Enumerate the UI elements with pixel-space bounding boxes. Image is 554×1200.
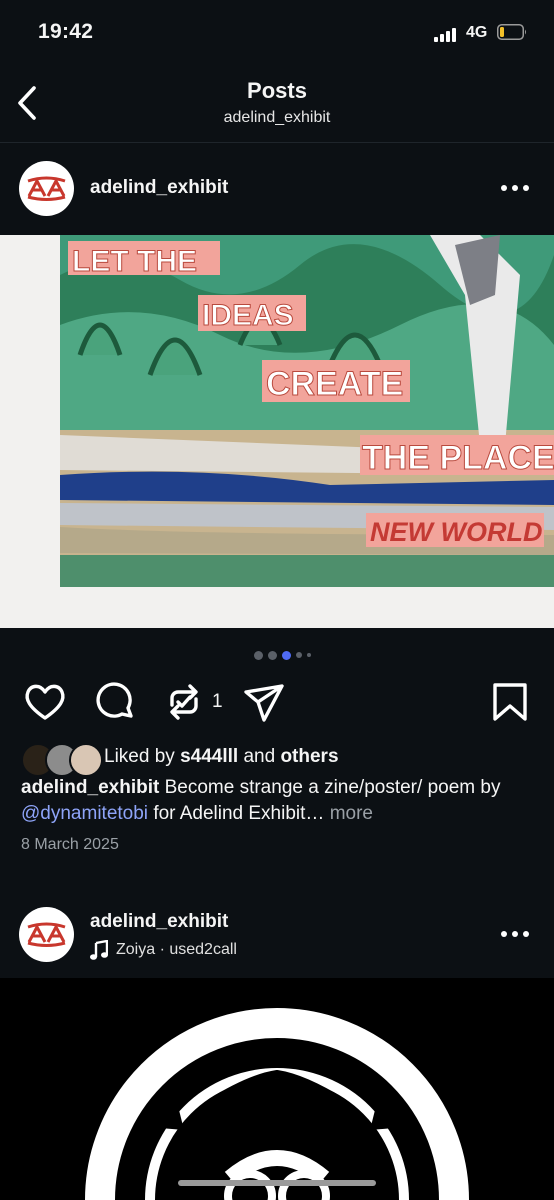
share-icon[interactable] [242, 680, 286, 724]
post-date: 8 March 2025 [21, 836, 119, 853]
caption-more-link[interactable]: more [330, 803, 373, 824]
likes-joiner: and [243, 746, 276, 767]
audio-label: Zoiya · used2call [116, 941, 237, 958]
comment-icon[interactable] [93, 680, 137, 724]
collage-text-1: LET THE [72, 245, 197, 278]
post-username[interactable]: adelind_exhibit [90, 177, 228, 199]
signal-icon [434, 26, 460, 42]
network-label: 4G [466, 24, 488, 41]
post-image[interactable] [0, 978, 554, 1200]
post-image[interactable]: LET THE IDEAS CREATE THE PLACE NEW WORLD [0, 235, 554, 628]
post-caption: adelind_exhibit Become strange a zine/po… [21, 775, 536, 827]
battery-icon [497, 24, 526, 40]
caption-username[interactable]: adelind_exhibit [21, 777, 159, 798]
music-note-icon [90, 940, 108, 960]
likes-text[interactable]: Liked by s444lll and others [104, 746, 339, 768]
liker-avatars[interactable] [21, 743, 103, 777]
avatar[interactable] [19, 161, 74, 216]
carousel-dot [254, 650, 263, 660]
bookmark-icon[interactable] [488, 680, 532, 724]
page-subtitle: adelind_exhibit [223, 109, 331, 126]
carousel-indicator [254, 649, 311, 661]
more-dots-icon[interactable] [500, 184, 530, 192]
heart-icon[interactable] [23, 680, 67, 724]
carousel-dot [268, 650, 277, 660]
status-time: 19:42 [38, 20, 94, 43]
logo-icon [27, 176, 66, 201]
collage-text-3: CREATE [266, 365, 403, 403]
caption-text: Become strange a zine/poster/ poem by [164, 777, 501, 798]
avatar [69, 743, 103, 777]
carousel-dot [296, 652, 302, 658]
caption-mention[interactable]: @dynamitetobi [21, 803, 148, 824]
carousel-dot [307, 653, 311, 657]
collage-text-5: NEW WORLD [370, 517, 542, 547]
likes-prefix: Liked by [104, 746, 175, 767]
post-username[interactable]: adelind_exhibit [90, 911, 228, 933]
likes-others[interactable]: others [280, 746, 338, 767]
repost-count: 1 [212, 691, 223, 712]
page-title: Posts [247, 78, 307, 103]
home-indicator[interactable] [178, 1180, 376, 1186]
likes-user[interactable]: s444lll [180, 746, 238, 767]
audio-attribution[interactable]: Zoiya · used2call [90, 940, 237, 960]
collage-text-4: THE PLACE [362, 439, 554, 477]
collage-text-2: IDEAS [202, 299, 294, 332]
logo-icon [27, 922, 66, 947]
repost-icon[interactable] [162, 680, 206, 724]
caption-text-after: for Adelind Exhibit… [153, 803, 325, 824]
carousel-dot-active [282, 650, 291, 660]
header-divider [0, 142, 554, 143]
more-dots-icon[interactable] [500, 930, 530, 938]
avatar[interactable] [19, 907, 74, 962]
